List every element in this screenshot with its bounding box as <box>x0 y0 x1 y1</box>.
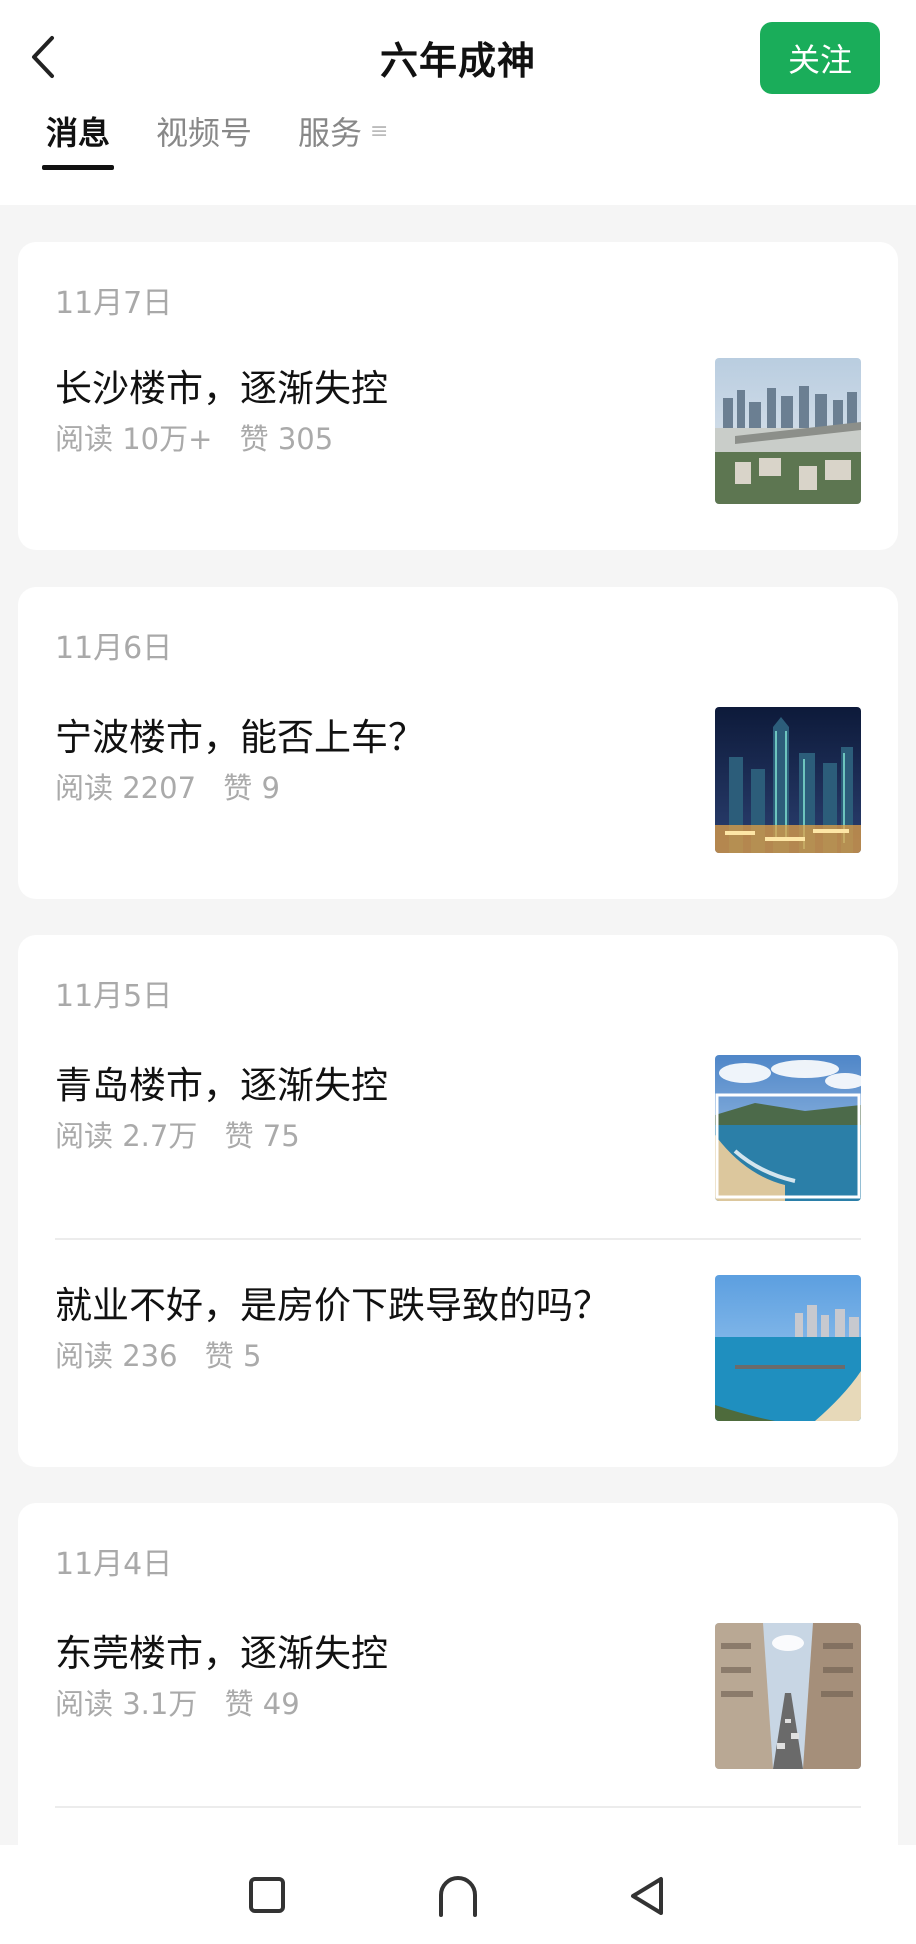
read-count: 阅读 2.7万 <box>55 1119 198 1153</box>
article-divider <box>55 1806 861 1808</box>
article-item[interactable]: 长沙楼市，逐渐失控 阅读 10万+ 赞 305 <box>55 358 861 506</box>
tab-bar: 消息 视频号 服务 ≡ <box>41 108 388 170</box>
like-count: 赞 9 <box>223 771 280 805</box>
article-thumbnail <box>715 707 861 853</box>
read-count: 阅读 10万+ <box>55 422 213 456</box>
follow-button[interactable]: 关注 <box>760 22 880 94</box>
date-group-card: 11月7日 长沙楼市，逐渐失控 阅读 10万+ 赞 305 <box>18 242 898 550</box>
header-bar: 六年成神 关注 消息 视频号 服务 ≡ <box>0 0 916 205</box>
date-group-card: 11月5日 青岛楼市，逐渐失控 阅读 2.7万 赞 75 就业不好，是房价下跌导… <box>18 935 898 1467</box>
article-item[interactable]: 宁波楼市，能否上车？ 阅读 2207 赞 9 <box>55 707 861 855</box>
back-triangle-icon[interactable] <box>627 1875 667 1917</box>
like-count: 赞 5 <box>204 1339 262 1373</box>
article-meta: 阅读 2207 赞 9 <box>55 765 298 807</box>
read-count: 阅读 2207 <box>55 771 197 805</box>
home-icon[interactable] <box>435 1875 481 1917</box>
article-item[interactable]: 就业不好，是房价下跌导致的吗？ 阅读 236 赞 5 <box>55 1275 861 1423</box>
article-title: 长沙楼市，逐渐失控 <box>55 367 388 410</box>
article-title: 宁波楼市，能否上车？ <box>55 716 425 759</box>
article-thumbnail <box>715 1275 861 1421</box>
like-count: 赞 49 <box>224 1687 300 1721</box>
article-meta: 阅读 10万+ 赞 305 <box>55 416 351 458</box>
like-count: 赞 305 <box>239 422 334 456</box>
date-label: 11月7日 <box>55 286 173 321</box>
recent-apps-icon[interactable] <box>247 1875 287 1915</box>
date-label: 11月5日 <box>55 979 173 1014</box>
tab-channels[interactable]: 视频号 <box>156 108 252 166</box>
article-thumbnail <box>715 1623 861 1769</box>
list-icon[interactable]: ≡ <box>370 119 388 156</box>
read-count: 阅读 3.1万 <box>55 1687 198 1721</box>
article-meta: 阅读 236 赞 5 <box>55 1333 279 1375</box>
article-title: 青岛楼市，逐渐失控 <box>55 1064 388 1107</box>
article-divider <box>55 1238 861 1240</box>
article-meta: 阅读 3.1万 赞 49 <box>55 1681 318 1723</box>
article-title: 就业不好，是房价下跌导致的吗？ <box>55 1284 610 1327</box>
article-thumbnail <box>715 1055 861 1201</box>
tab-messages[interactable]: 消息 <box>41 108 115 170</box>
date-label: 11月4日 <box>55 1547 173 1582</box>
article-meta: 阅读 2.7万 赞 75 <box>55 1113 318 1155</box>
date-group-card: 11月6日 宁波楼市，能否上车？ 阅读 2207 赞 9 <box>18 587 898 899</box>
article-thumbnail <box>715 358 861 504</box>
date-group-card: 11月4日 东莞楼市，逐渐失控 阅读 3.1万 赞 49 <box>18 1503 898 1863</box>
article-item[interactable]: 东莞楼市，逐渐失控 阅读 3.1万 赞 49 <box>55 1623 861 1771</box>
like-count: 赞 75 <box>224 1119 300 1153</box>
tab-services[interactable]: 服务 <box>298 108 362 166</box>
system-nav-bar <box>0 1845 916 1944</box>
date-label: 11月6日 <box>55 631 173 666</box>
read-count: 阅读 236 <box>55 1339 178 1373</box>
article-item[interactable]: 青岛楼市，逐渐失控 阅读 2.7万 赞 75 <box>55 1055 861 1203</box>
article-title: 东莞楼市，逐渐失控 <box>55 1632 388 1675</box>
